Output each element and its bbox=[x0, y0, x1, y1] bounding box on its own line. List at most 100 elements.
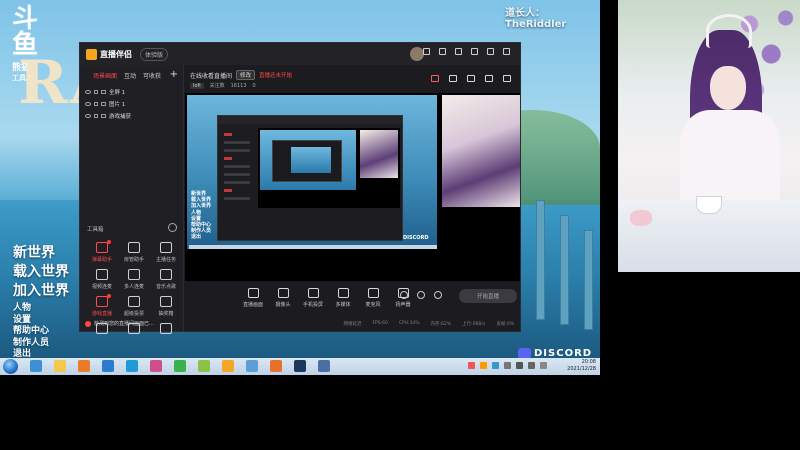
tool-item[interactable]: 主播任务 bbox=[150, 242, 182, 263]
source-control[interactable]: 手机投屏 bbox=[303, 288, 323, 308]
go-live-button[interactable]: 开始直播 bbox=[459, 289, 517, 303]
lock-icon[interactable] bbox=[94, 102, 98, 106]
category-badge[interactable]: lofi bbox=[190, 82, 204, 89]
list-item[interactable]: 全屏 1 bbox=[80, 86, 183, 98]
danmaku-icon bbox=[96, 240, 111, 253]
record-icon[interactable] bbox=[400, 291, 408, 299]
list-item[interactable]: 游戏捕获 bbox=[80, 110, 183, 122]
menu-quit[interactable]: 退出 bbox=[13, 349, 69, 358]
app-icon[interactable] bbox=[246, 360, 258, 372]
screen: 斗鱼 熊猫 工具箱 RAF 道长人：TheRiddler 新世界 载入世界 加入… bbox=[0, 0, 800, 450]
app-icon[interactable] bbox=[102, 360, 114, 372]
gift-icon[interactable] bbox=[439, 48, 446, 55]
scene-list: 全屏 1 图片 1 游戏捕获 bbox=[80, 86, 183, 122]
tool-item[interactable]: 音乐点歌 bbox=[150, 269, 182, 290]
eye-icon[interactable] bbox=[85, 102, 91, 106]
app-icon[interactable] bbox=[150, 360, 162, 372]
app-icon[interactable] bbox=[126, 360, 138, 372]
lock-icon[interactable] bbox=[449, 75, 457, 82]
settings-icon[interactable] bbox=[434, 291, 442, 299]
preview-camera-feed bbox=[442, 95, 520, 207]
menu-join-world[interactable]: 加入世界 bbox=[13, 282, 69, 301]
tool-label: 抽奖箱 bbox=[158, 311, 174, 317]
version-badge[interactable]: 体验版 bbox=[140, 47, 169, 61]
collapse-icon[interactable] bbox=[168, 223, 177, 232]
tool-label: 音乐点歌 bbox=[155, 284, 176, 290]
app-icon[interactable] bbox=[198, 360, 210, 372]
menu-new-world[interactable]: 新世界 bbox=[13, 244, 69, 263]
app-icon[interactable] bbox=[294, 360, 306, 372]
tab-scenes[interactable]: 场景画面 bbox=[93, 71, 117, 80]
browser-icon[interactable] bbox=[30, 360, 42, 372]
folder-icon[interactable] bbox=[54, 360, 66, 372]
message-icon[interactable] bbox=[423, 48, 430, 55]
heat-value: 0 bbox=[252, 82, 256, 89]
app-icon[interactable] bbox=[270, 360, 282, 372]
record-icon[interactable] bbox=[431, 75, 439, 82]
tool-label: 多人连麦 bbox=[123, 284, 144, 290]
tool-label: 弹幕助手 bbox=[91, 257, 112, 263]
volume-icon[interactable] bbox=[528, 362, 535, 369]
fans-value: 16113 bbox=[230, 82, 247, 89]
clip-icon[interactable] bbox=[417, 291, 425, 299]
media-player-icon[interactable] bbox=[78, 360, 90, 372]
bell-icon[interactable] bbox=[485, 75, 493, 82]
app-icon[interactable] bbox=[222, 360, 234, 372]
clock[interactable]: 20:08 2021/12/28 bbox=[567, 359, 596, 373]
tool-item[interactable]: 抽奖箱 bbox=[150, 296, 182, 317]
app-name: 直播伴侣 bbox=[100, 49, 132, 59]
tab-rewards[interactable]: 可收获 bbox=[143, 71, 161, 80]
tray-icon[interactable] bbox=[540, 362, 547, 369]
tool-item[interactable]: 弹幕助手 bbox=[86, 240, 118, 263]
source-control[interactable]: 麦克风 bbox=[363, 288, 383, 308]
status-badge: 直播还未开始 bbox=[259, 73, 293, 79]
add-scene-button[interactable]: + bbox=[170, 69, 178, 80]
preview-menu-item: 退出 bbox=[191, 234, 202, 241]
tool-item[interactable]: 超级投票 bbox=[118, 296, 150, 317]
tab-interaction[interactable]: 互动 bbox=[124, 71, 136, 80]
menu-load-world[interactable]: 载入世界 bbox=[13, 263, 69, 282]
maximize-icon[interactable] bbox=[487, 48, 494, 55]
menu-settings[interactable]: 设置 bbox=[13, 315, 69, 327]
scene-label: 全屏 1 bbox=[109, 90, 126, 96]
menu-help[interactable]: 帮助中心 bbox=[13, 326, 69, 338]
tool-item[interactable]: 游戏直播 bbox=[86, 294, 118, 317]
start-button[interactable] bbox=[3, 359, 18, 374]
source-control[interactable]: 直播画面 bbox=[243, 288, 263, 308]
header-icons bbox=[431, 75, 511, 82]
edit-button[interactable]: 修改 bbox=[236, 70, 256, 80]
tray-icon[interactable] bbox=[492, 362, 499, 369]
minimize-icon[interactable] bbox=[471, 48, 478, 55]
lock-icon[interactable] bbox=[94, 90, 98, 94]
tray-icon[interactable] bbox=[468, 362, 475, 369]
source-control[interactable]: 摄像头 bbox=[273, 288, 293, 308]
tool-item[interactable]: 视频连麦 bbox=[86, 269, 118, 290]
menu-icon[interactable] bbox=[455, 48, 462, 55]
layout-icon[interactable] bbox=[467, 75, 475, 82]
game-live-icon bbox=[96, 294, 111, 307]
control-label: 扬声器 bbox=[395, 302, 411, 308]
avatar[interactable] bbox=[410, 47, 424, 61]
close-icon[interactable] bbox=[503, 48, 510, 55]
notice-bar[interactable]: 检测到您的直播间画面已... bbox=[85, 320, 183, 327]
list-item[interactable]: 图片 1 bbox=[80, 98, 183, 110]
eye-icon[interactable] bbox=[85, 90, 91, 94]
tray-icon[interactable] bbox=[480, 362, 487, 369]
network-icon[interactable] bbox=[516, 362, 523, 369]
source-control[interactable]: 多媒体 bbox=[333, 288, 353, 308]
tool-item[interactable]: 房管助手 bbox=[118, 242, 150, 263]
tool-item[interactable]: 多人连麦 bbox=[118, 269, 150, 290]
share-icon[interactable] bbox=[503, 75, 511, 82]
menu-characters[interactable]: 人物 bbox=[13, 303, 69, 315]
eye-icon[interactable] bbox=[85, 114, 91, 118]
app-icon[interactable] bbox=[318, 360, 330, 372]
status-bar: 网络延迟 FPS:60 CPU:34% 内存:62% 上行:0KB/s 丢帧:0% bbox=[185, 321, 520, 327]
tea-cup bbox=[696, 196, 722, 214]
app-icon[interactable] bbox=[174, 360, 186, 372]
live-preview[interactable]: 新世界 载入世界 加入世界 人物 设置 帮助中心 制作人员 退出 DISCORD bbox=[185, 93, 520, 281]
system-tray bbox=[468, 362, 547, 369]
lock-icon[interactable] bbox=[94, 114, 98, 118]
tray-icon[interactable] bbox=[504, 362, 511, 369]
media-icon bbox=[337, 288, 349, 298]
menu-credits[interactable]: 制作人员 bbox=[13, 338, 69, 350]
